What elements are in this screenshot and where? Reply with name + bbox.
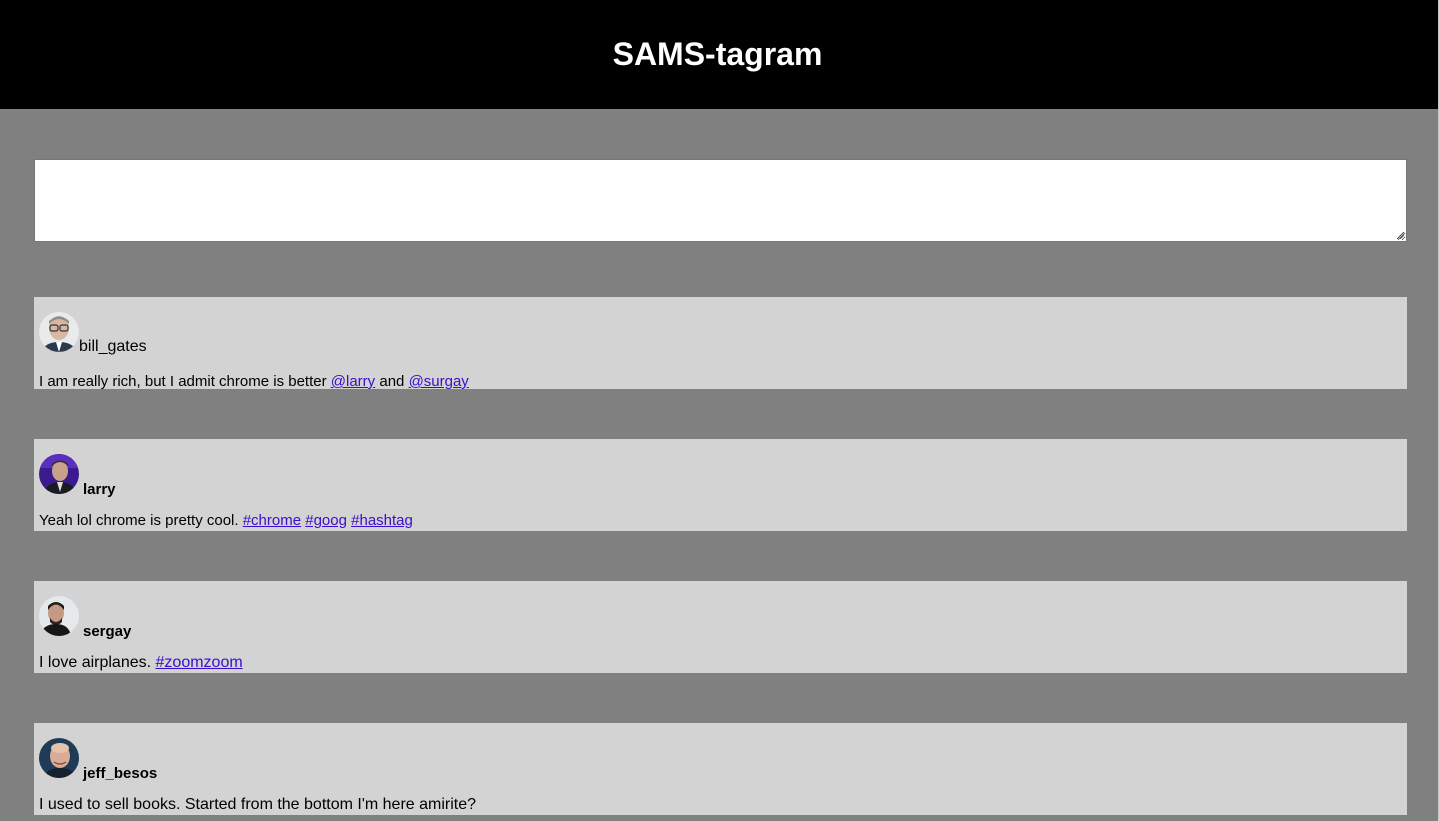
app-title: SAMS-tagram bbox=[612, 36, 823, 72]
post-username[interactable]: bill_gates bbox=[79, 339, 147, 355]
post-username[interactable]: larry bbox=[83, 482, 116, 498]
mention-link[interactable]: @larry bbox=[331, 373, 375, 390]
post-username[interactable]: jeff_besos bbox=[83, 766, 157, 782]
hashtag-link[interactable]: #goog bbox=[305, 512, 347, 529]
post-card: bill_gates I am really rich, but I admit… bbox=[34, 297, 1407, 390]
post-composer-input[interactable] bbox=[34, 159, 1407, 242]
hashtag-link[interactable]: #hashtag bbox=[351, 512, 413, 529]
post-card: sergay I love airplanes. #zoomzoom bbox=[34, 581, 1407, 673]
app-header: SAMS-tagram bbox=[0, 0, 1439, 109]
post-text: I love airplanes. #zoomzoom bbox=[39, 654, 243, 671]
post-text: Yeah lol chrome is pretty cool. #chrome … bbox=[39, 512, 413, 529]
hashtag-link[interactable]: #chrome bbox=[243, 512, 301, 529]
jeff-besos-avatar[interactable] bbox=[39, 738, 79, 778]
bill-gates-avatar[interactable] bbox=[39, 312, 79, 352]
post-text: I used to sell books. Started from the b… bbox=[39, 796, 477, 813]
post-text: I am really rich, but I admit chrome is … bbox=[39, 373, 469, 390]
post-username[interactable]: sergay bbox=[83, 624, 131, 640]
larry-avatar[interactable] bbox=[39, 454, 79, 494]
sergay-avatar[interactable] bbox=[39, 596, 79, 636]
post-card: larry Yeah lol chrome is pretty cool. #c… bbox=[34, 439, 1407, 531]
post-card: jeff_besos I used to sell books. Started… bbox=[34, 723, 1407, 815]
hashtag-link[interactable]: #zoomzoom bbox=[156, 654, 243, 671]
mention-link[interactable]: @surgay bbox=[409, 373, 469, 390]
